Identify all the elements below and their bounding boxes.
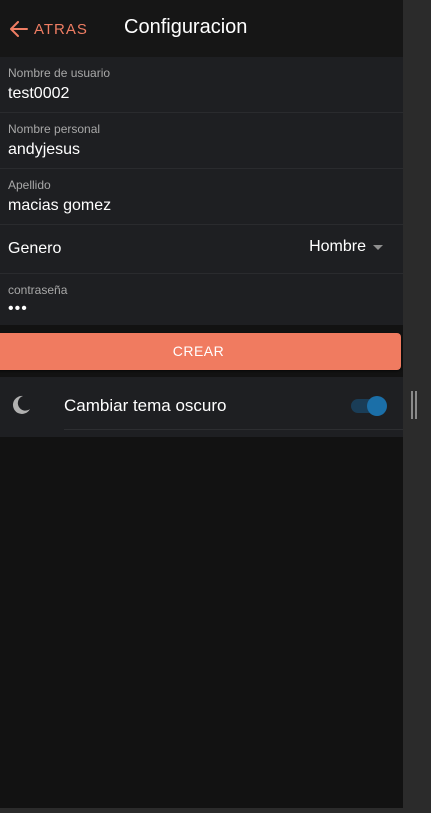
password-input[interactable]: ••• bbox=[8, 300, 28, 318]
name-label: Nombre personal bbox=[8, 122, 101, 136]
dark-theme-row: Cambiar tema oscuro bbox=[0, 377, 403, 437]
profile-form: Nombre de usuario test0002 Nombre person… bbox=[0, 57, 403, 325]
username-input[interactable]: test0002 bbox=[8, 85, 69, 103]
gender-field[interactable]: Genero Hombre bbox=[0, 225, 403, 274]
create-button[interactable]: CREAR bbox=[0, 333, 401, 370]
caret-down-icon bbox=[373, 244, 383, 250]
arrow-left-icon bbox=[10, 21, 28, 37]
moon-icon bbox=[10, 394, 32, 416]
gender-label: Genero bbox=[8, 240, 62, 257]
dark-theme-toggle[interactable] bbox=[351, 396, 387, 416]
username-field[interactable]: Nombre de usuario test0002 bbox=[0, 57, 403, 113]
surname-field[interactable]: Apellido macias gomez bbox=[0, 169, 403, 225]
screen: ATRAS Configuracion Nombre de usuario te… bbox=[0, 0, 431, 813]
name-field[interactable]: Nombre personal andyjesus bbox=[0, 113, 403, 169]
bottom-bar bbox=[0, 808, 403, 813]
back-label: ATRAS bbox=[34, 20, 88, 38]
username-label: Nombre de usuario bbox=[8, 66, 111, 80]
gender-select[interactable]: Hombre bbox=[309, 238, 383, 256]
side-panel bbox=[403, 0, 431, 813]
app-header: ATRAS Configuracion bbox=[0, 0, 403, 57]
surname-label: Apellido bbox=[8, 178, 51, 192]
gender-selected-value: Hombre bbox=[309, 238, 366, 255]
divider bbox=[64, 429, 403, 430]
dark-theme-label: Cambiar tema oscuro bbox=[64, 396, 227, 415]
drag-handle-icon[interactable] bbox=[411, 391, 417, 419]
back-button[interactable]: ATRAS bbox=[10, 18, 88, 40]
password-field[interactable]: contraseña ••• bbox=[0, 274, 403, 325]
password-label: contraseña bbox=[8, 283, 68, 297]
surname-input[interactable]: macias gomez bbox=[8, 197, 111, 215]
toggle-knob bbox=[367, 396, 387, 416]
page-title: Configuracion bbox=[124, 16, 248, 38]
settings-page: ATRAS Configuracion Nombre de usuario te… bbox=[0, 0, 403, 808]
name-input[interactable]: andyjesus bbox=[8, 141, 80, 159]
